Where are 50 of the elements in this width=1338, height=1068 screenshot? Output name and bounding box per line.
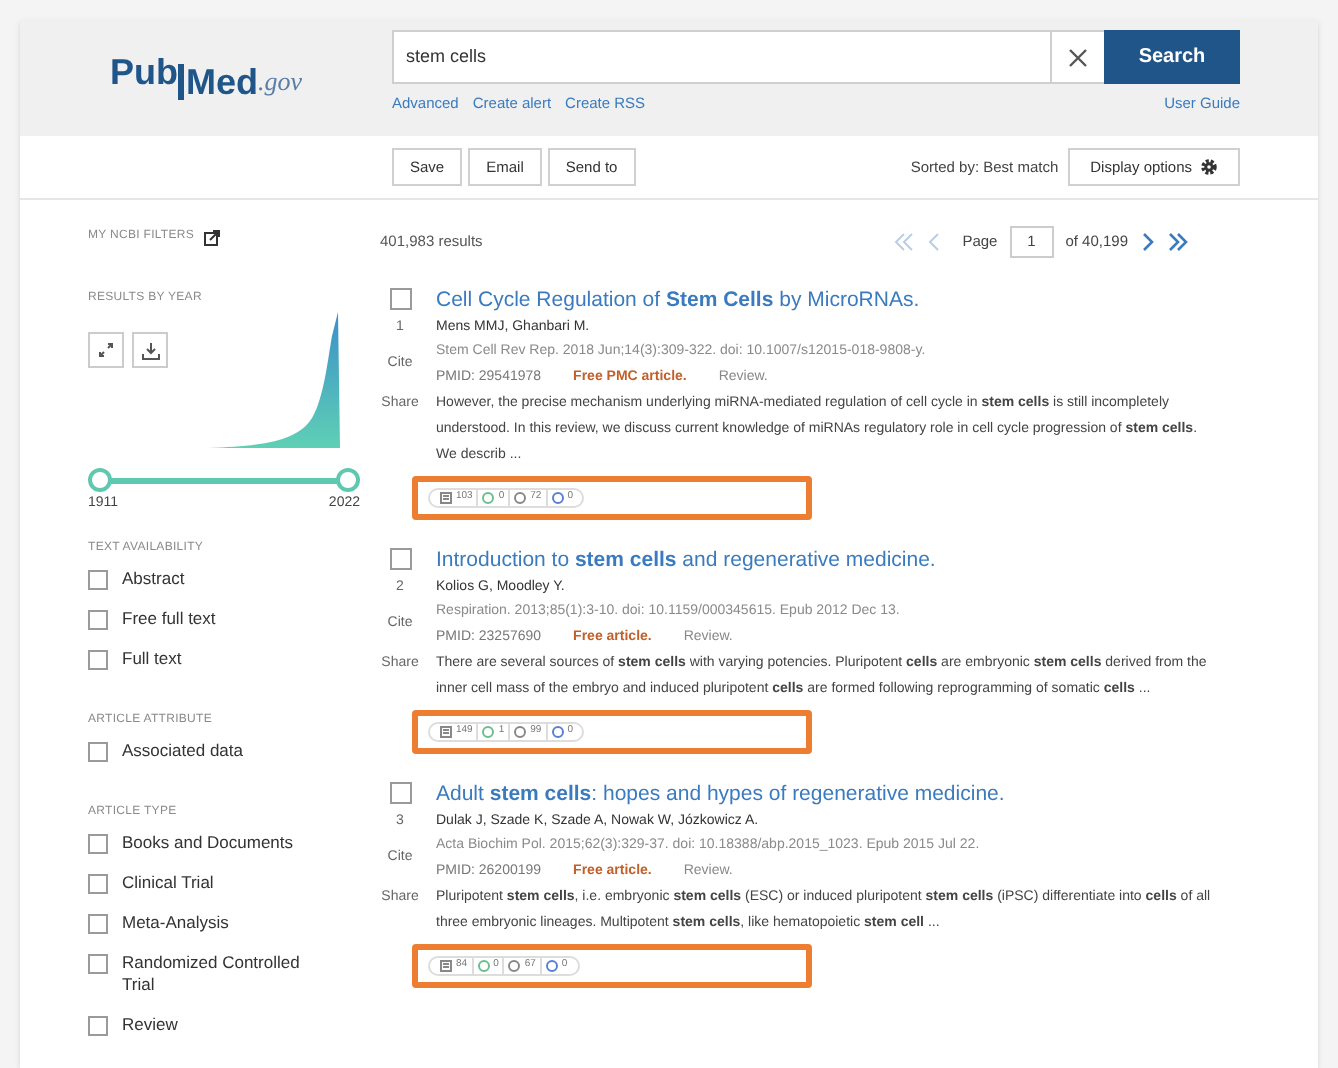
info-circle-icon xyxy=(551,492,564,504)
filter-option[interactable]: Clinical Trial xyxy=(122,871,332,893)
result-title[interactable]: Cell Cycle Regulation of Stem Cells by MicroRNAs. xyxy=(436,288,1282,314)
checkbox[interactable] xyxy=(88,741,108,761)
checkbox[interactable] xyxy=(88,609,108,629)
filter-option[interactable]: Review xyxy=(122,1013,332,1035)
search-button[interactable]: Search xyxy=(1104,30,1240,84)
checkbox[interactable] xyxy=(88,873,108,893)
document-icon xyxy=(440,726,452,738)
checkbox[interactable] xyxy=(88,913,108,933)
info-circle-icon xyxy=(551,726,564,738)
check-circle-icon xyxy=(482,492,495,504)
checkbox[interactable] xyxy=(88,569,108,589)
check-circle-icon xyxy=(477,960,490,972)
checkbox[interactable] xyxy=(88,833,108,853)
slider-handle[interactable] xyxy=(336,468,360,492)
external-link-icon[interactable] xyxy=(204,229,221,245)
document-icon xyxy=(440,960,452,972)
filter-option[interactable]: Free full text xyxy=(122,607,332,629)
download-icon[interactable] xyxy=(132,332,168,368)
filter-option[interactable]: Associated data xyxy=(122,739,332,761)
checkbox[interactable] xyxy=(88,1015,108,1035)
pubmed-logo[interactable]: Pub Med.gov xyxy=(109,46,303,100)
previous-page-icon[interactable] xyxy=(928,232,943,252)
filter-option[interactable]: Meta-Analysis xyxy=(122,911,332,933)
checkbox[interactable] xyxy=(88,953,108,973)
checkbox[interactable] xyxy=(88,649,108,669)
check-circle-icon xyxy=(482,726,495,738)
settings-icon xyxy=(1200,158,1218,176)
result-title[interactable]: Adult stem cells: hopes and hypes of regenerative medicine. xyxy=(436,782,1282,808)
circle-icon xyxy=(508,960,521,972)
next-page-icon[interactable] xyxy=(1140,232,1154,252)
checkbox[interactable] xyxy=(389,288,411,310)
last-page-icon[interactable] xyxy=(1166,232,1190,252)
slider-handle[interactable] xyxy=(88,468,112,492)
circle-icon xyxy=(514,726,527,738)
checkbox[interactable] xyxy=(389,782,411,804)
expand-icon[interactable] xyxy=(88,332,124,368)
search-field[interactable]: stem cells xyxy=(392,30,1052,84)
first-page-icon[interactable] xyxy=(892,232,917,252)
result-title[interactable]: Introduction to stem cells and regenerative medicine. xyxy=(436,548,1282,574)
clear-icon[interactable] xyxy=(1052,30,1104,84)
filter-option[interactable]: Abstract xyxy=(122,567,332,589)
checkbox[interactable] xyxy=(389,548,411,570)
filter-option[interactable]: Full text xyxy=(122,647,332,669)
document-icon xyxy=(440,492,452,504)
filter-option[interactable]: Randomized Controlled Trial xyxy=(122,951,332,995)
circle-icon xyxy=(514,492,527,504)
filter-option[interactable]: Books and Documents xyxy=(122,831,332,853)
info-circle-icon xyxy=(545,960,558,972)
